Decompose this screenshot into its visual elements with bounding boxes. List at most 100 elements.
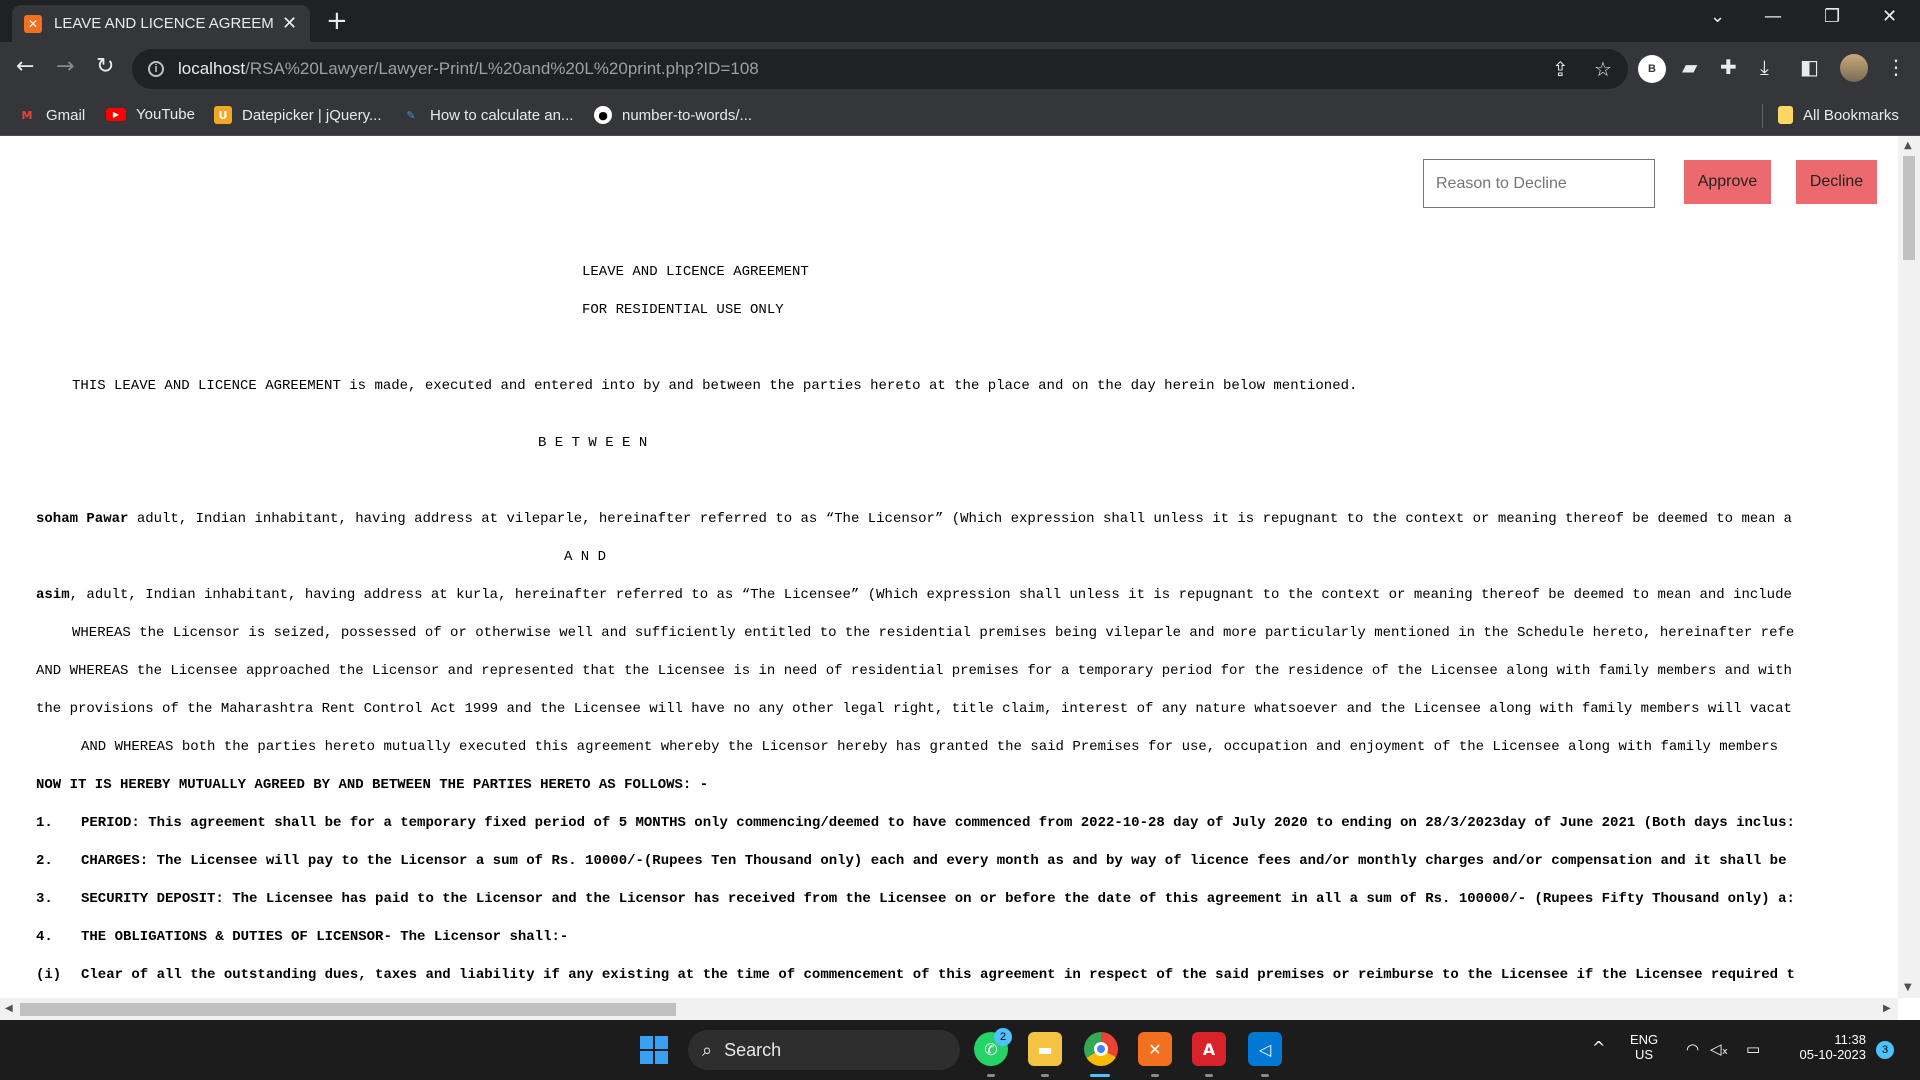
chrome-icon[interactable]: [1084, 1032, 1118, 1066]
wifi-icon[interactable]: ◠: [1686, 1040, 1699, 1058]
bookmark-label: number-to-words/...: [622, 106, 753, 124]
bookmark-datepicker[interactable]: U Datepicker | jQuery...: [214, 106, 382, 124]
horizontal-scroll-thumb[interactable]: [20, 1003, 676, 1016]
document-subtitle: FOR RESIDENTIAL USE ONLY: [582, 302, 784, 318]
clause-number: 2.: [36, 853, 53, 869]
extensions-puzzle-icon[interactable]: ✚: [1720, 55, 1737, 79]
whereas-paragraph-2-cont: the provisions of the Maharashtra Rent C…: [36, 701, 1792, 717]
share-icon[interactable]: ⇪: [1552, 57, 1569, 81]
bookmark-youtube[interactable]: ▶ YouTube: [106, 106, 195, 123]
vertical-scrollbar[interactable]: ▲ ▼: [1898, 136, 1920, 998]
folder-icon: [1778, 106, 1793, 124]
profile-button[interactable]: B: [1638, 55, 1666, 83]
all-bookmarks-label: All Bookmarks: [1803, 106, 1899, 124]
scroll-left-icon[interactable]: ◀: [5, 1003, 13, 1014]
bookmark-star-icon[interactable]: ☆: [1594, 57, 1612, 81]
restore-icon[interactable]: ❐: [1824, 6, 1840, 27]
app-indicator: [1205, 1074, 1213, 1077]
gmail-icon: M: [21, 108, 33, 122]
file-explorer-icon[interactable]: ▬: [1028, 1032, 1062, 1066]
licensee-name: asim: [36, 587, 70, 603]
app-indicator-active: [1090, 1074, 1110, 1077]
app-indicator: [1261, 1074, 1269, 1077]
bookmark-number-to-words[interactable]: ● number-to-words/...: [594, 106, 752, 124]
app-indicator: [1151, 1074, 1159, 1077]
menu-icon[interactable]: ⋮: [1886, 55, 1906, 79]
address-bar[interactable]: i localhost/RSA%20Lawyer/Lawyer-Print/L%…: [132, 49, 1628, 89]
volume-mute-icon[interactable]: ◁ₓ: [1710, 1040, 1728, 1058]
download-icon[interactable]: ⤓: [1760, 55, 1769, 79]
start-icon[interactable]: [640, 1036, 668, 1064]
licensor-text: adult, Indian inhabitant, having address…: [128, 511, 1792, 527]
and-heading: A N D: [564, 549, 607, 565]
agreement-document: LEAVE AND LICENCE AGREEMENT FOR RESIDENT…: [0, 136, 1795, 983]
close-icon[interactable]: ✕: [282, 13, 297, 34]
acrobat-icon[interactable]: A: [1192, 1032, 1226, 1066]
clause-number: 4.: [36, 929, 53, 945]
chevron-up-icon[interactable]: ^: [1592, 1038, 1605, 1057]
tab-bar: ✕ LEAVE AND LICENCE AGREEMENT ✕ + ⌄ — ❐ …: [0, 0, 1920, 42]
document-title: LEAVE AND LICENCE AGREEMENT: [582, 264, 809, 280]
clause-text: Clear of all the outstanding dues, taxes…: [81, 967, 1795, 983]
licensee-paragraph: asim, adult, Indian inhabitant, having a…: [36, 587, 1792, 603]
whereas-paragraph-3: AND WHEREAS both the parties hereto mutu…: [81, 739, 1779, 755]
github-icon: ●: [594, 106, 612, 124]
page-content: Approve Decline LEAVE AND LICENCE AGREEM…: [0, 136, 1898, 998]
between-heading: B E T W E E N: [538, 435, 648, 451]
minimize-icon[interactable]: —: [1764, 6, 1782, 27]
bookmark-label: How to calculate an...: [430, 106, 574, 124]
new-tab-icon[interactable]: +: [326, 6, 348, 36]
horizontal-scrollbar[interactable]: ◀ ▶: [0, 998, 1898, 1020]
bookmark-calculate[interactable]: ✎ How to calculate an...: [402, 106, 573, 124]
vertical-scroll-thumb[interactable]: [1903, 156, 1915, 260]
side-panel-icon[interactable]: ◧: [1800, 55, 1819, 79]
scroll-up-icon[interactable]: ▲: [1904, 140, 1912, 151]
approve-button[interactable]: Approve: [1684, 160, 1771, 204]
browser-toolbar: ← → ↻ i localhost/RSA%20Lawyer/Lawyer-Pr…: [0, 42, 1920, 96]
licensor-paragraph: soham Pawar adult, Indian inhabitant, ha…: [36, 511, 1792, 527]
language-indicator[interactable]: ENG US: [1630, 1032, 1658, 1062]
whatsapp-badge: 2: [994, 1028, 1012, 1046]
whereas-paragraph-2: AND WHEREAS the Licensee approached the …: [36, 663, 1792, 679]
url-path: /RSA%20Lawyer/Lawyer-Print/L%20and%20L%2…: [245, 59, 759, 78]
decline-button[interactable]: Decline: [1796, 160, 1877, 204]
tab-search-icon[interactable]: ⌄: [1710, 6, 1725, 27]
notification-badge[interactable]: 3: [1876, 1041, 1894, 1059]
browser-tab[interactable]: ✕ LEAVE AND LICENCE AGREEMENT ✕: [12, 5, 310, 42]
agreed-heading: NOW IT IS HEREBY MUTUALLY AGREED BY AND …: [36, 777, 709, 793]
jquery-ui-icon: U: [214, 106, 232, 124]
vscode-icon[interactable]: ◁: [1248, 1032, 1282, 1066]
clause-text: SECURITY DEPOSIT: The Licensee has paid …: [81, 891, 1795, 907]
battery-icon[interactable]: ▭: [1746, 1040, 1760, 1058]
forward-icon[interactable]: →: [56, 54, 74, 79]
all-bookmarks[interactable]: All Bookmarks: [1778, 106, 1899, 124]
reload-icon[interactable]: ↻: [96, 54, 114, 79]
clock[interactable]: 11:38 05-10-2023: [1782, 1032, 1867, 1062]
url-host: localhost: [178, 59, 246, 78]
windows-taskbar: ⌕ Search ✆ 2 ▬ ✕ A ◁ ^ ENG US ◠ ◁ₓ ▭ 11:…: [0, 1020, 1920, 1080]
xampp-icon[interactable]: ✕: [1138, 1032, 1172, 1066]
scroll-down-icon[interactable]: ▼: [1904, 982, 1912, 993]
xampp-icon: ✕: [24, 14, 42, 33]
clause-number: (i): [36, 967, 62, 983]
taskbar-search[interactable]: ⌕ Search: [688, 1030, 960, 1070]
bookmark-gmail[interactable]: M Gmail: [18, 106, 86, 124]
window-close-icon[interactable]: ✕: [1882, 6, 1897, 27]
calculator-icon: ✎: [406, 108, 416, 122]
site-info-icon[interactable]: i: [148, 61, 164, 77]
language-line2: US: [1635, 1047, 1654, 1062]
clause-text: PERIOD: This agreement shall be for a te…: [81, 815, 1795, 831]
taskbar-search-label: Search: [724, 1039, 782, 1060]
language-line1: ENG: [1630, 1032, 1659, 1047]
intro-paragraph: THIS LEAVE AND LICENCE AGREEMENT is made…: [72, 378, 1358, 394]
search-icon: ⌕: [702, 1039, 713, 1061]
licensee-text: , adult, Indian inhabitant, having addre…: [69, 587, 1792, 603]
scroll-right-icon[interactable]: ▶: [1883, 1003, 1891, 1014]
avatar[interactable]: [1840, 54, 1868, 82]
bookmark-label: Gmail: [46, 106, 86, 124]
youtube-icon: ▶: [106, 108, 126, 121]
extension-icon[interactable]: ▰: [1682, 55, 1697, 79]
reason-to-decline-input[interactable]: [1423, 159, 1655, 208]
licensor-name: soham Pawar: [36, 511, 129, 527]
back-icon[interactable]: ←: [16, 54, 34, 79]
